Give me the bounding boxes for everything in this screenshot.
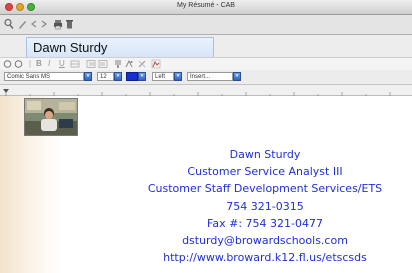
text-color-swatch[interactable] <box>126 72 138 81</box>
chevron-down-icon[interactable]: ▾ <box>233 72 241 81</box>
italic-button[interactable]: I <box>48 59 50 69</box>
bold-button[interactable]: B <box>36 59 42 69</box>
window-title: My Résumé - CAB <box>177 2 235 9</box>
script-icon[interactable] <box>124 59 134 69</box>
resume-website[interactable]: http://www.broward.k12.fl.us/etscsds <box>130 251 400 264</box>
list-icon[interactable] <box>98 59 108 69</box>
alignment-select[interactable]: Left <box>152 72 174 81</box>
record-tab-strip: Dawn Sturdy <box>0 35 412 57</box>
circle-icon[interactable] <box>3 59 12 69</box>
resume-name: Dawn Sturdy <box>229 148 301 161</box>
tools-icon[interactable] <box>137 59 147 69</box>
chevron-down-icon[interactable]: ▾ <box>138 72 146 81</box>
separator-icon: | <box>29 59 32 68</box>
document-body[interactable]: Dawn Sturdy Customer Service Analyst III… <box>0 96 412 273</box>
main-toolbar <box>0 15 412 35</box>
pen-icon[interactable] <box>17 18 27 30</box>
insert-select[interactable]: Insert... <box>187 72 233 81</box>
paint-icon[interactable] <box>113 59 123 69</box>
resume-title: Customer Service Analyst III <box>187 165 343 178</box>
resume-phone: 754 321-0315 <box>226 200 304 213</box>
circle-icon[interactable] <box>14 59 23 69</box>
print-icon[interactable] <box>53 18 63 30</box>
back-arrow-icon[interactable] <box>30 18 38 30</box>
format-toolbar: | B I U <box>0 57 412 71</box>
app-window: My Résumé - CAB Dawn Sturdy | B I U Comi… <box>0 0 412 273</box>
ruler[interactable] <box>0 85 412 98</box>
font-family-select[interactable]: Comic Sans MS <box>4 72 84 81</box>
list-icon[interactable] <box>86 59 96 69</box>
title-bar: My Résumé - CAB <box>0 0 412 15</box>
font-size-select[interactable]: 12 <box>97 72 114 81</box>
resume-department: Customer Staff Development Services/ETS <box>147 182 383 195</box>
chevron-down-icon[interactable]: ▾ <box>84 72 92 81</box>
image-icon[interactable] <box>151 59 161 69</box>
resume-fax: Fax #: 754 321-0477 <box>207 217 323 230</box>
chevron-down-icon[interactable]: ▾ <box>174 72 182 81</box>
strikethrough-icon[interactable] <box>70 59 80 69</box>
search-icon[interactable] <box>4 18 14 30</box>
profile-photo <box>24 98 78 136</box>
indent-marker-icon[interactable] <box>3 89 9 93</box>
forward-arrow-icon[interactable] <box>40 18 48 30</box>
chevron-down-icon[interactable]: ▾ <box>114 72 122 81</box>
underline-button[interactable]: U <box>59 59 65 69</box>
font-format-bar: Comic Sans MS ▾ 12 ▾ ▾ Left ▾ Insert... … <box>0 70 412 85</box>
record-name-tab[interactable]: Dawn Sturdy <box>26 37 214 57</box>
trash-icon[interactable] <box>65 18 74 30</box>
resume-email[interactable]: dsturdy@browardschools.com <box>130 234 400 247</box>
